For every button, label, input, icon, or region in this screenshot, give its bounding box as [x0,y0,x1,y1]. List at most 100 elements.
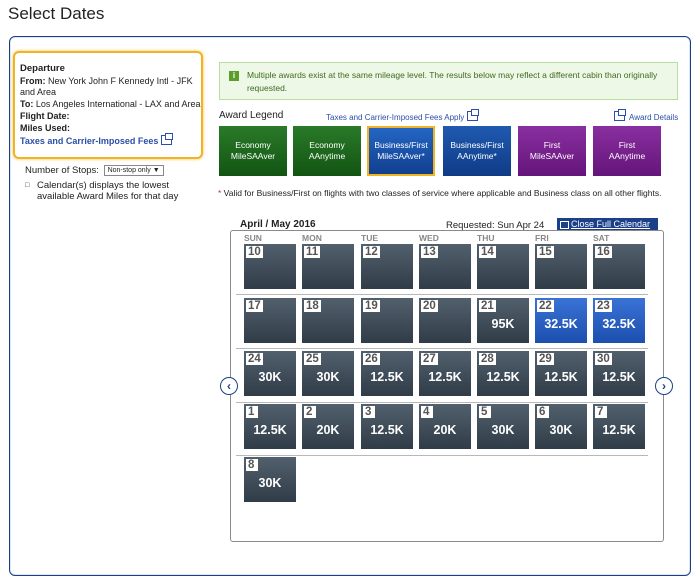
calendar-day-29[interactable]: 29 12.5K [535,351,587,396]
calendar-day-19[interactable]: 19 [361,298,413,343]
calendar-day-16[interactable]: 16 [593,244,645,289]
departure-taxes-link[interactable]: Taxes and Carrier-Imposed Fees [20,133,201,147]
next-month-button[interactable]: › [655,377,673,395]
calendar-day-21[interactable]: 21 95K [477,298,529,343]
calendar-note: □ Calendar(s) displays the lowest availa… [25,180,179,202]
calendar-day-13[interactable]: 13 [419,244,471,289]
calendar-day-30[interactable]: 30 12.5K [593,351,645,396]
calendar-day-17[interactable]: 17 [244,298,296,343]
day-number: 21 [479,300,496,312]
day-number: 15 [537,246,554,258]
day-number: 18 [304,300,321,312]
calendar-day-7[interactable]: 7 12.5K [593,404,645,449]
day-price: 12.5K [602,370,636,384]
stops-select[interactable]: Non-stop only ▼ [103,165,164,176]
departure-heading: Departure [20,63,65,74]
day-price: 12.5K [370,370,404,384]
day-price: 30K [491,423,515,437]
calendar-day-15[interactable]: 15 [535,244,587,289]
prev-month-button[interactable]: ‹ [220,377,238,395]
day-number: 7 [595,406,607,418]
day-number: 28 [479,353,496,365]
award-details-link[interactable]: Award Details [614,109,678,122]
calendar-day-25[interactable]: 25 30K [302,351,354,396]
day-number: 12 [363,246,380,258]
stops-filter: Number of Stops: Non-stop only ▼ [25,165,164,176]
day-number: 5 [479,406,491,418]
day-number: 27 [421,353,438,365]
day-price: 20K [433,423,457,437]
calendar-day-2[interactable]: 2 20K [302,404,354,449]
calendar-day-20[interactable]: 20 [419,298,471,343]
day-price: 12.5K [602,423,636,437]
calendar-day-11[interactable]: 11 [302,244,354,289]
day-number: 14 [479,246,496,258]
calendar-day-23[interactable]: 23 32.5K [593,298,645,343]
departure-from: From: New York John F Kennedy Intl - JFK… [20,76,193,97]
weekday-thu: THU [477,233,495,243]
day-price: 30K [258,370,282,384]
stops-label: Number of Stops: [25,165,99,176]
month-header: April / May 2016 [240,219,316,230]
day-price: 30K [258,476,282,490]
day-number: 16 [595,246,612,258]
calendar-day-27[interactable]: 27 12.5K [419,351,471,396]
calendar-day-6[interactable]: 6 30K [535,404,587,449]
page-title: Select Dates [8,4,105,23]
calendar-day-22[interactable]: 22 32.5K [535,298,587,343]
weekday-fri: FRI [535,233,549,243]
external-link-icon [614,109,626,121]
legend-first-aanytime[interactable]: First AAnytime [593,126,661,176]
day-number: 8 [246,459,258,471]
departure-to: To: Los Angeles International - LAX and … [20,99,201,109]
external-link-icon [467,109,480,121]
calendar-day-28[interactable]: 28 12.5K [477,351,529,396]
calendar-day-24[interactable]: 24 30K [244,351,296,396]
info-alert: i Multiple awards exist at the same mile… [219,62,678,100]
week-divider [236,348,648,349]
day-number: 29 [537,353,554,365]
calendar-day-3[interactable]: 3 12.5K [361,404,413,449]
day-price: 30K [549,423,573,437]
day-price: 12.5K [428,370,462,384]
day-price: 20K [316,423,340,437]
day-price: 95K [491,317,515,331]
week-divider [236,294,648,295]
day-price: 30K [316,370,340,384]
calendar-day-12[interactable]: 12 [361,244,413,289]
departure-summary: Departure From: New York John F Kennedy … [13,51,203,159]
calendar-day-14[interactable]: 14 [477,244,529,289]
miles-used-label: Miles Used: [20,123,71,133]
legend-economy-milesaaver[interactable]: Economy MileSAAver [219,126,287,176]
calendar-day-4[interactable]: 4 20K [419,404,471,449]
day-number: 3 [363,406,375,418]
bullet-icon: □ [25,182,30,189]
award-legend-label: Award Legend [219,110,284,121]
legend-footnote: * Valid for Business/First on flights wi… [218,188,662,198]
day-price: 12.5K [370,423,404,437]
info-icon: i [229,71,239,81]
week-divider [236,402,648,403]
calendar-day-1[interactable]: 1 12.5K [244,404,296,449]
calendar-day-8[interactable]: 8 30K [244,457,296,502]
calendar-day-5[interactable]: 5 30K [477,404,529,449]
chevron-down-icon: ▼ [152,167,160,174]
day-number: 26 [363,353,380,365]
day-number: 30 [595,353,612,365]
calendar-day-26[interactable]: 26 12.5K [361,351,413,396]
day-number: 4 [421,406,433,418]
day-number: 22 [537,300,554,312]
legend-economy-aanytime[interactable]: Economy AAnytime [293,126,361,176]
calendar-day-18[interactable]: 18 [302,298,354,343]
taxes-fees-link[interactable]: Taxes and Carrier-Imposed Fees Apply [326,109,480,122]
day-number: 2 [304,406,316,418]
calendar-day-10[interactable]: 10 [244,244,296,289]
legend-first-milesaaver[interactable]: First MileSAAver [518,126,586,176]
legend-business-aanytime[interactable]: Business/First AAnytime* [443,126,511,176]
day-number: 24 [246,353,263,365]
weekday-wed: WED [419,233,439,243]
weekday-sun: SUN [244,233,262,243]
legend-business-milesaaver[interactable]: Business/First MileSAAver* [367,126,435,176]
day-price: 12.5K [253,423,287,437]
day-price: 32.5K [602,317,636,331]
